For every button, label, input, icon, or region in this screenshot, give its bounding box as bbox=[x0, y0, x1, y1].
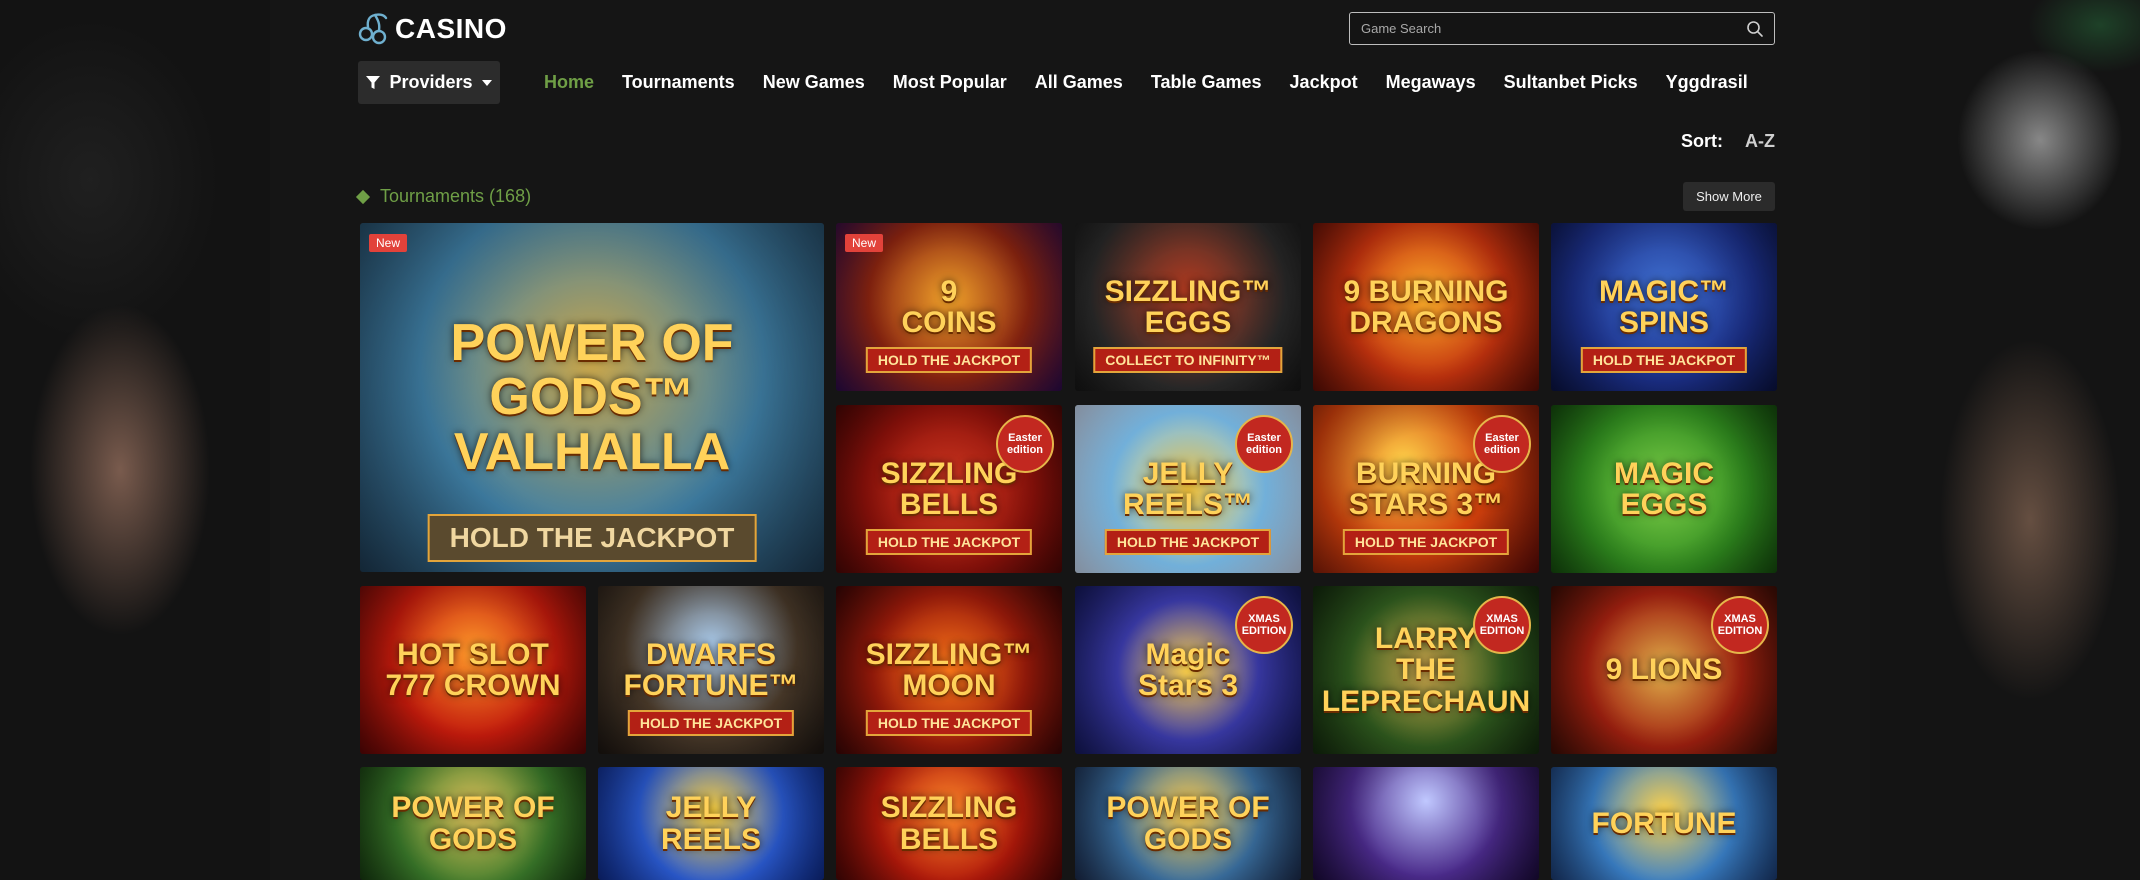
main-content: CASINO Providers Home Tournaments New Ga… bbox=[270, 0, 1870, 880]
game-title: 9 LIONS bbox=[1605, 653, 1723, 687]
game-tile[interactable]: POWER OF GODS bbox=[360, 767, 586, 880]
game-tile[interactable]: FORTUNE bbox=[1551, 767, 1777, 880]
game-title: JELLY REELS™ bbox=[1122, 456, 1254, 521]
sort-value-button[interactable]: A-Z bbox=[1745, 131, 1775, 152]
game-title: Magic Stars 3 bbox=[1137, 637, 1239, 702]
game-tile[interactable]: 9 COINS HOLD THE JACKPOT New bbox=[836, 223, 1062, 391]
logo-text: CASINO bbox=[395, 13, 507, 44]
diamond-icon bbox=[355, 189, 371, 204]
game-title: SIZZLING™ MOON bbox=[865, 637, 1033, 702]
nav-item-new-games[interactable]: New Games bbox=[763, 72, 865, 93]
game-tile[interactable]: LARRY THE LEPRECHAUN XMAS EDITION bbox=[1313, 586, 1539, 754]
game-tile[interactable]: POWER OF GODS bbox=[1075, 767, 1301, 880]
game-title: DWARFS FORTUNE™ bbox=[623, 637, 799, 702]
edition-badge: XMAS EDITION bbox=[1711, 596, 1769, 654]
game-tile[interactable]: 9 BURNING DRAGONS bbox=[1313, 223, 1539, 391]
nav-item-megaways[interactable]: Megaways bbox=[1386, 72, 1476, 93]
game-tile[interactable]: POWER OF GODS™ VALHALLA HOLD THE JACKPOT N… bbox=[360, 223, 824, 572]
game-title: FORTUNE bbox=[1591, 806, 1737, 840]
caret-down-icon bbox=[481, 79, 492, 86]
nav-item-yggdrasil[interactable]: Yggdrasil bbox=[1666, 72, 1748, 93]
cherry-icon bbox=[358, 13, 388, 45]
nav-item-tournaments[interactable]: Tournaments bbox=[622, 72, 735, 93]
game-title: SIZZLING BELLS bbox=[880, 456, 1018, 521]
game-subtitle: HOLD THE JACKPOT bbox=[427, 514, 757, 562]
game-tile[interactable]: MAGIC™ SPINS HOLD THE JACKPOT bbox=[1551, 223, 1777, 391]
game-subtitle: HOLD THE JACKPOT bbox=[1104, 529, 1272, 555]
game-thumbnail bbox=[1313, 767, 1539, 880]
game-title: 9 BURNING DRAGONS bbox=[1343, 274, 1509, 339]
game-title: MAGIC EGGS bbox=[1614, 456, 1714, 521]
game-tile[interactable]: SIZZLING BELLS HOLD THE JACKPOT Easter edi… bbox=[836, 405, 1062, 573]
edition-badge: Easter edition bbox=[1235, 415, 1293, 473]
search-icon[interactable] bbox=[1746, 20, 1764, 38]
edition-badge: XMAS EDITION bbox=[1473, 596, 1531, 654]
filter-icon bbox=[366, 75, 381, 89]
new-badge: New bbox=[369, 234, 408, 252]
game-subtitle: HOLD THE JACKPOT bbox=[865, 710, 1033, 736]
game-subtitle: HOLD THE JACKPOT bbox=[1580, 347, 1748, 373]
game-search[interactable] bbox=[1349, 12, 1775, 45]
game-tile[interactable]: JELLY REELS™ HOLD THE JACKPOT Easter editi… bbox=[1075, 405, 1301, 573]
game-title: HOT SLOT 777 CROWN bbox=[385, 637, 561, 702]
edition-badge: Easter edition bbox=[1473, 415, 1531, 473]
game-tile[interactable]: 9 LIONS XMAS EDITION bbox=[1551, 586, 1777, 754]
game-title: POWER OF GODS bbox=[391, 791, 555, 856]
show-more-button[interactable]: Show More bbox=[1683, 182, 1775, 211]
blurred-background-right bbox=[1870, 0, 2140, 880]
game-tile[interactable]: BURNING STARS 3™ HOLD THE JACKPOT Easter e… bbox=[1313, 405, 1539, 573]
site-logo[interactable]: CASINO bbox=[357, 12, 507, 46]
game-tile[interactable]: JELLY REELS bbox=[598, 767, 824, 880]
game-tile[interactable]: SIZZLING™ EGGS COLLECT TO INFINITY™ bbox=[1075, 223, 1301, 391]
search-input[interactable] bbox=[1350, 13, 1730, 44]
game-tile[interactable]: Magic Stars 3 XMAS EDITION bbox=[1075, 586, 1301, 754]
providers-label: Providers bbox=[389, 72, 473, 92]
game-subtitle: HOLD THE JACKPOT bbox=[865, 529, 1033, 555]
game-title: POWER OF GODS™ VALHALLA bbox=[450, 313, 734, 481]
game-tile[interactable]: DWARFS FORTUNE™ HOLD THE JACKPOT bbox=[598, 586, 824, 754]
game-tile[interactable]: HOT SLOT 777 CROWN bbox=[360, 586, 586, 754]
game-tile[interactable] bbox=[1313, 767, 1539, 880]
game-tile[interactable]: MAGIC EGGS bbox=[1551, 405, 1777, 573]
sort-control: Sort: A-Z bbox=[1681, 131, 1775, 152]
game-title: SIZZLING™ EGGS bbox=[1104, 274, 1272, 339]
nav-item-jackpot[interactable]: Jackpot bbox=[1290, 72, 1358, 93]
section-header: Tournaments (168) bbox=[355, 186, 532, 207]
edition-badge: Easter edition bbox=[996, 415, 1054, 473]
nav-item-sultanbet-picks[interactable]: Sultanbet Picks bbox=[1504, 72, 1638, 93]
game-title: JELLY REELS bbox=[660, 791, 762, 856]
nav-item-home[interactable]: Home bbox=[544, 72, 594, 93]
game-subtitle: HOLD THE JACKPOT bbox=[1342, 529, 1510, 555]
blurred-background-left bbox=[0, 0, 270, 880]
game-title: MAGIC™ SPINS bbox=[1599, 274, 1729, 339]
nav-item-table-games[interactable]: Table Games bbox=[1151, 72, 1262, 93]
sort-label: Sort: bbox=[1681, 131, 1723, 151]
nav-item-most-popular[interactable]: Most Popular bbox=[893, 72, 1007, 93]
game-tile[interactable]: SIZZLING BELLS bbox=[836, 767, 1062, 880]
game-title: SIZZLING BELLS bbox=[880, 791, 1018, 856]
new-badge: New bbox=[845, 234, 884, 252]
game-subtitle: HOLD THE JACKPOT bbox=[865, 347, 1033, 373]
providers-dropdown[interactable]: Providers bbox=[358, 61, 500, 104]
section-title: Tournaments (168) bbox=[380, 186, 532, 206]
game-title: POWER OF GODS bbox=[1106, 791, 1270, 856]
game-title: 9 COINS bbox=[901, 274, 997, 339]
game-tile[interactable]: SIZZLING™ MOON HOLD THE JACKPOT bbox=[836, 586, 1062, 754]
game-subtitle: COLLECT TO INFINITY™ bbox=[1093, 347, 1283, 373]
nav-item-all-games[interactable]: All Games bbox=[1035, 72, 1123, 93]
game-subtitle: HOLD THE JACKPOT bbox=[627, 710, 795, 736]
category-nav: Home Tournaments New Games Most Popular … bbox=[544, 72, 1748, 93]
edition-badge: XMAS EDITION bbox=[1235, 596, 1293, 654]
